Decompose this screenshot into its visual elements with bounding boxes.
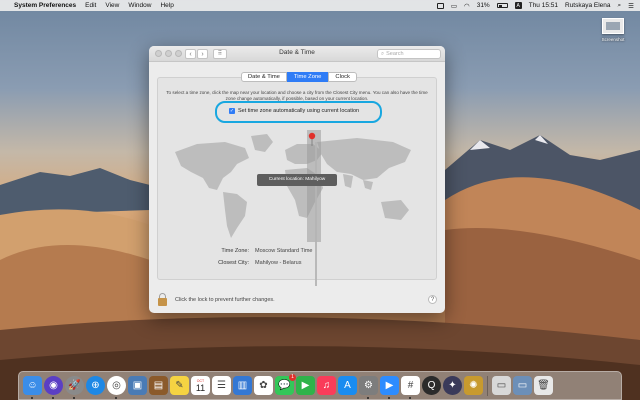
- current-location-label: Current location: Mahilyow: [257, 174, 337, 186]
- menu-view[interactable]: View: [105, 2, 119, 9]
- lock-instruction: Click the lock to prevent further change…: [175, 297, 275, 303]
- preview-icon[interactable]: ▣: [128, 376, 147, 395]
- calendar-icon[interactable]: OCT 11: [191, 376, 210, 395]
- world-map[interactable]: [167, 130, 429, 242]
- app-store-icon[interactable]: A: [338, 376, 357, 395]
- search-field-icon: ⌕: [381, 51, 385, 57]
- window-titlebar[interactable]: ‹ › ⠿ Date & Time ⌕ Search: [149, 46, 445, 62]
- gold-app-icon[interactable]: ✺: [464, 376, 483, 395]
- menu-window[interactable]: Window: [128, 2, 151, 9]
- notes-icon[interactable]: ✎: [170, 376, 189, 395]
- calendar-day: 11: [195, 382, 206, 393]
- tab-time-zone[interactable]: Time Zone: [286, 72, 329, 82]
- compass-icon[interactable]: ✦: [443, 376, 462, 395]
- date-time-window: ‹ › ⠿ Date & Time ⌕ Search Date & Time Ti…: [149, 46, 445, 313]
- quicktime-icon[interactable]: Q: [422, 376, 441, 395]
- zoom-icon[interactable]: ▶: [380, 376, 399, 399]
- running-indicator: [409, 397, 411, 399]
- documents-folder-icon[interactable]: ▭: [492, 376, 511, 395]
- time-zone-value: Moscow Standard Time: [255, 248, 313, 254]
- tab-date-time[interactable]: Date & Time: [241, 72, 287, 82]
- messages-icon[interactable]: 💬 1: [275, 374, 296, 395]
- chrome-icon[interactable]: ◎: [107, 376, 126, 399]
- desktop-screenshot-file[interactable]: Screenshot: [591, 18, 635, 42]
- menubar-user[interactable]: Rutskaya Elena: [565, 2, 611, 9]
- keynote-icon[interactable]: ▥: [233, 376, 252, 395]
- battery-icon[interactable]: [496, 3, 508, 8]
- running-indicator: [31, 397, 33, 399]
- dock: ☺ ◉ 🚀 ⊕ ◎ ▣ ▤ ✎ OCT 11 ☰ ▥ ✿ 💬 1 ▶ ♫ A ⚙ ▶ # Q ✦ ✺ ▭ ▭ 🗑: [18, 371, 622, 400]
- input-source-icon[interactable]: A: [514, 2, 522, 9]
- reminders-icon[interactable]: ☰: [212, 376, 231, 395]
- wifi-icon[interactable]: ◠: [464, 2, 470, 10]
- menu-app-name[interactable]: System Preferences: [14, 2, 76, 9]
- search-input[interactable]: ⌕ Search: [377, 49, 441, 59]
- menu-bar: System Preferences Edit View Window Help…: [0, 0, 640, 11]
- menubar-clock[interactable]: Thu 15:51: [529, 2, 558, 9]
- finder-icon[interactable]: ☺: [23, 376, 42, 399]
- launchpad-icon[interactable]: 🚀: [65, 376, 84, 399]
- running-indicator: [388, 397, 390, 399]
- photos-icon[interactable]: ✿: [254, 376, 273, 395]
- time-zone-instructions: To select a time zone, click the map nea…: [166, 90, 428, 101]
- running-indicator: [73, 397, 75, 399]
- safari-icon[interactable]: ⊕: [86, 376, 105, 395]
- checkbox-highlight-annotation: [215, 101, 382, 123]
- time-zone-label: Time Zone:: [221, 248, 249, 254]
- notification-center-icon[interactable]: ☰: [628, 2, 634, 10]
- lock-icon[interactable]: [158, 293, 167, 306]
- running-indicator: [367, 397, 369, 399]
- facetime-icon[interactable]: ▶: [296, 376, 315, 395]
- dock-separator: [487, 375, 488, 396]
- display-icon[interactable]: ▭: [451, 2, 457, 10]
- window-footer: Click the lock to prevent further change…: [149, 287, 445, 313]
- music-icon[interactable]: ♫: [317, 376, 336, 395]
- search-icon[interactable]: ⌕: [618, 2, 622, 10]
- notes-book-icon[interactable]: ▤: [149, 376, 168, 395]
- downloads-folder-icon[interactable]: ▭: [513, 376, 532, 395]
- menu-edit[interactable]: Edit: [85, 2, 96, 9]
- screen-mirroring-icon[interactable]: [436, 2, 444, 9]
- search-placeholder: Search: [386, 51, 404, 57]
- time-zone-indicator-line: [315, 142, 317, 286]
- running-indicator: [115, 397, 117, 399]
- running-indicator: [52, 397, 54, 399]
- menu-help[interactable]: Help: [160, 2, 173, 9]
- closest-city-label: Closest City:: [218, 260, 249, 266]
- siri-icon[interactable]: ◉: [44, 376, 63, 399]
- screenshot-thumbnail-icon: [602, 18, 624, 34]
- tab-clock[interactable]: Clock: [328, 72, 357, 82]
- closest-city-value[interactable]: Mahilyow - Belarus: [255, 260, 301, 266]
- help-button[interactable]: ?: [428, 295, 437, 304]
- battery-percent[interactable]: 31%: [477, 2, 490, 9]
- trash-icon[interactable]: 🗑: [534, 376, 553, 395]
- desktop-icon-label: Screenshot: [601, 37, 625, 42]
- system-preferences-icon[interactable]: ⚙: [359, 376, 378, 399]
- tab-bar: Date & Time Time Zone Clock: [241, 72, 357, 82]
- mail-badge: 1: [289, 374, 296, 381]
- slack-icon[interactable]: #: [401, 376, 420, 399]
